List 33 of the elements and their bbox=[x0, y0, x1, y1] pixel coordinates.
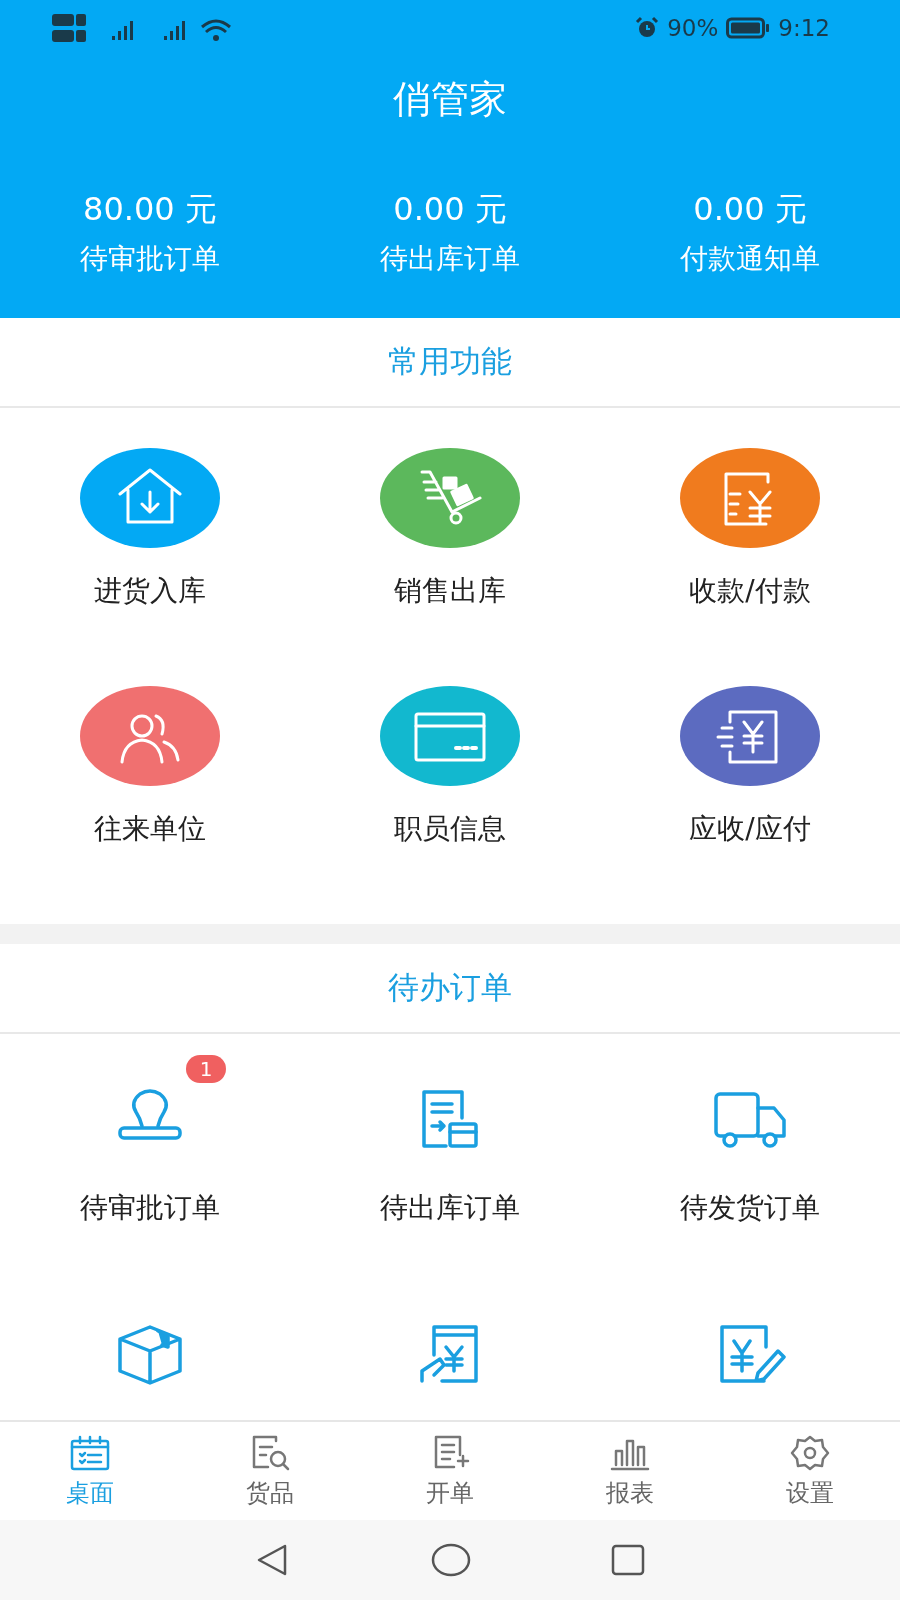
function-label[interactable]: 收款/付款 bbox=[689, 572, 811, 610]
house-download-icon[interactable] bbox=[80, 448, 220, 548]
status-time: 9:12 bbox=[778, 15, 830, 41]
summary-amount: 0.00 元 bbox=[693, 189, 807, 230]
order-label[interactable]: 待审批订单 bbox=[80, 1189, 220, 1227]
function-label[interactable]: 应收/应付 bbox=[689, 810, 811, 848]
notification-badge: 1 bbox=[186, 1055, 226, 1083]
summary-label: 待审批订单 bbox=[80, 241, 220, 277]
home-icon[interactable] bbox=[431, 1543, 471, 1577]
battery-percent: 90% bbox=[667, 15, 719, 41]
recent-apps-icon[interactable] bbox=[611, 1543, 645, 1577]
section-title: 常用功能 bbox=[0, 318, 900, 408]
order-label[interactable]: 待发货订单 bbox=[680, 1189, 820, 1227]
order-label[interactable]: 待出库订单 bbox=[380, 1189, 520, 1227]
yen-note-icon[interactable] bbox=[680, 686, 820, 786]
summary-label: 待出库订单 bbox=[380, 241, 520, 277]
function-label[interactable]: 进货入库 bbox=[94, 572, 206, 610]
section-title: 待办订单 bbox=[0, 944, 900, 1034]
summary-amount: 80.00 元 bbox=[83, 189, 217, 230]
function-label[interactable]: 往来单位 bbox=[94, 810, 206, 848]
app-title: 俏管家 bbox=[393, 76, 507, 123]
hand-truck-icon[interactable] bbox=[380, 448, 520, 548]
card-icon[interactable] bbox=[380, 686, 520, 786]
settings-icon bbox=[788, 1433, 832, 1473]
receipt-yen-icon[interactable] bbox=[680, 448, 820, 548]
function-label[interactable]: 销售出库 bbox=[394, 572, 506, 610]
battery-icon bbox=[726, 17, 771, 39]
people-icon[interactable] bbox=[80, 686, 220, 786]
function-label[interactable]: 职员信息 bbox=[394, 810, 506, 848]
summary-amount: 0.00 元 bbox=[393, 189, 507, 230]
alarm-icon bbox=[635, 16, 660, 40]
calendar-list-icon bbox=[68, 1433, 112, 1473]
summary-label: 付款通知单 bbox=[680, 241, 820, 277]
